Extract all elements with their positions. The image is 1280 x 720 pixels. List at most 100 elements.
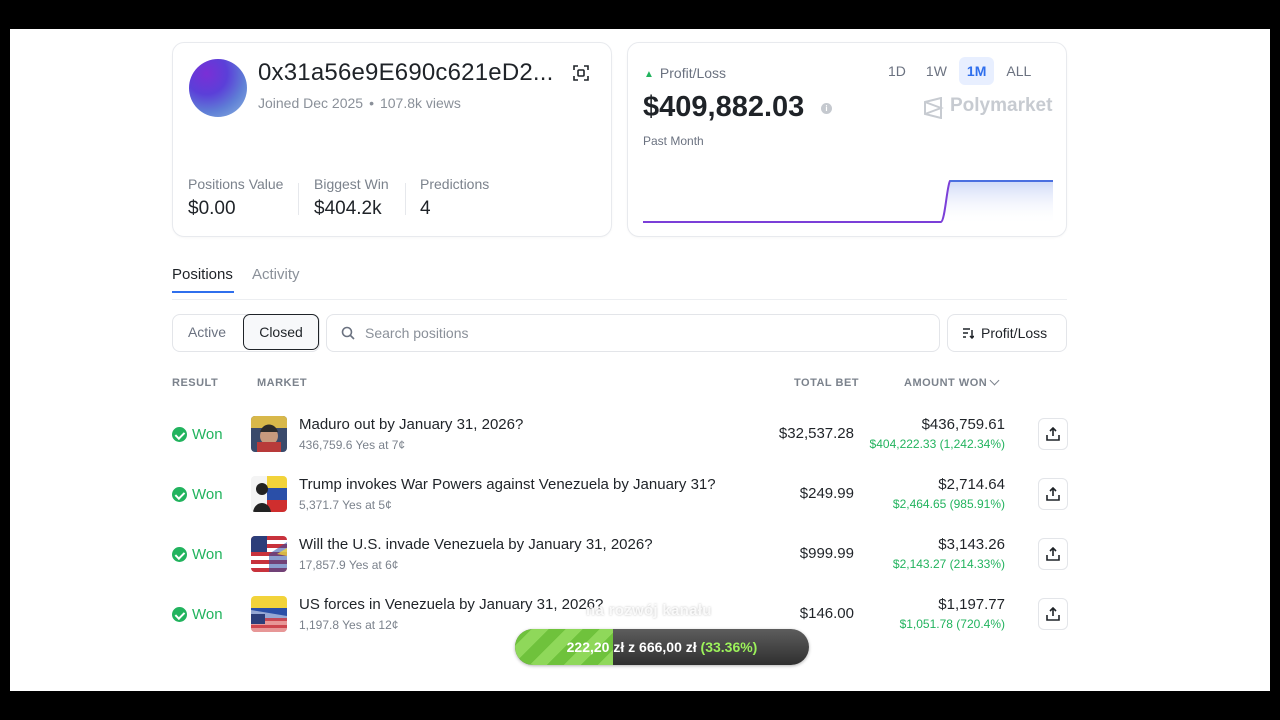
- scan-icon[interactable]: [573, 65, 589, 81]
- stat-value: $404.2k: [314, 198, 382, 219]
- screen: 0x31a56e9E690c621eD2... Joined Dec 2025 •…: [10, 29, 1270, 691]
- tab-bar: Positions Activity: [172, 266, 1067, 300]
- result-status: Won: [192, 606, 223, 623]
- share-icon: [1046, 607, 1060, 621]
- market-thumbnail[interactable]: [251, 416, 287, 452]
- closed-filter-button[interactable]: Closed: [243, 314, 319, 350]
- stat-positions-value: Positions Value $0.00: [188, 176, 283, 220]
- tab-positions[interactable]: Positions: [172, 266, 234, 293]
- column-header-amount-won-label: AMOUNT WON: [904, 377, 988, 389]
- column-header-market: MARKET: [257, 377, 308, 389]
- table-row[interactable]: Won Trump invokes War Powers against Ven…: [172, 467, 1068, 527]
- profit-gain: $404,222.33 (1,242.34%): [869, 437, 1005, 451]
- search-box: [326, 314, 940, 352]
- pnl-area: [943, 181, 1053, 225]
- period-1w[interactable]: 1W: [918, 57, 955, 85]
- profit-loss-card: ▲ Profit/Loss 1D 1W 1M ALL $409,882.03 i …: [627, 42, 1067, 237]
- total-bet: $249.99: [799, 485, 854, 502]
- polymarket-logo-icon: [924, 97, 944, 119]
- pnl-label-text: Profit/Loss: [659, 65, 727, 81]
- stat-predictions: Predictions 4: [420, 176, 489, 220]
- share-icon: [1046, 487, 1060, 501]
- market-shares: 1,197.8 Yes at 12¢: [299, 618, 399, 632]
- total-bet: $999.99: [799, 545, 854, 562]
- info-icon[interactable]: i: [821, 103, 832, 114]
- profile-card: 0x31a56e9E690c621eD2... Joined Dec 2025 •…: [172, 42, 612, 237]
- period-1m[interactable]: 1M: [958, 57, 995, 85]
- check-circle-icon: [172, 487, 187, 502]
- market-title[interactable]: Trump invokes War Powers against Venezue…: [299, 476, 716, 493]
- sort-label: Profit/Loss: [981, 325, 1048, 341]
- share-icon: [1046, 547, 1060, 561]
- status-toggle: Active Closed: [172, 314, 320, 352]
- share-button[interactable]: [1038, 418, 1068, 450]
- sort-icon: [963, 328, 974, 339]
- column-header-amount-won[interactable]: AMOUNT WON: [904, 375, 1000, 389]
- market-shares: 17,857.9 Yes at 6¢: [299, 558, 399, 572]
- total-bet: $146.00: [799, 605, 854, 622]
- sort-button[interactable]: Profit/Loss: [947, 314, 1067, 352]
- progress-amount: 222,20 zł: [566, 639, 625, 655]
- profit-gain: $2,464.65 (985.91%): [892, 497, 1005, 511]
- avatar[interactable]: [189, 59, 247, 117]
- column-header-result: RESULT: [172, 377, 219, 389]
- result-status: Won: [192, 546, 223, 563]
- market-thumbnail[interactable]: [251, 536, 287, 572]
- profile-meta: Joined Dec 2025 • 107.8k views: [258, 95, 461, 111]
- chevron-down-icon: [989, 375, 1000, 386]
- result-status: Won: [192, 426, 223, 443]
- amount-won: $436,759.61: [921, 416, 1005, 433]
- market-shares: 5,371.7 Yes at 5¢: [299, 498, 392, 512]
- separator-dot: •: [369, 95, 374, 111]
- market-thumbnail[interactable]: [251, 476, 287, 512]
- market-shares: 436,759.6 Yes at 7¢: [299, 438, 406, 452]
- stat-divider: [298, 183, 299, 215]
- check-circle-icon: [172, 427, 187, 442]
- share-icon: [1046, 427, 1060, 441]
- table-row[interactable]: Won Maduro out by January 31, 2026? 436,…: [172, 407, 1068, 467]
- check-circle-icon: [172, 547, 187, 562]
- period-all[interactable]: ALL: [998, 57, 1039, 85]
- stat-divider: [405, 183, 406, 215]
- profit-gain: $1,051.78 (720.4%): [899, 617, 1005, 631]
- pnl-chart: [643, 180, 1053, 225]
- active-filter-button[interactable]: Active: [173, 315, 241, 349]
- market-thumbnail[interactable]: [251, 596, 287, 632]
- share-button[interactable]: [1038, 598, 1068, 630]
- stat-value: 4: [420, 198, 431, 219]
- share-button[interactable]: [1038, 478, 1068, 510]
- search-icon: [341, 326, 355, 340]
- progress-percent: (33.36%): [700, 639, 758, 655]
- overlay-caption: na rozwój kanału: [586, 602, 712, 619]
- wallet-address: 0x31a56e9E690c621eD2...: [258, 59, 554, 86]
- stat-label: Predictions: [420, 176, 490, 192]
- result-status: Won: [192, 486, 223, 503]
- tab-activity[interactable]: Activity: [252, 266, 300, 291]
- period-1d[interactable]: 1D: [880, 57, 914, 85]
- pnl-period-label: Past Month: [643, 134, 704, 148]
- stat-label: Positions Value: [188, 176, 284, 192]
- total-bet: $32,537.28: [778, 425, 854, 442]
- progress-goal: 666,00 zł: [639, 639, 697, 655]
- joined-date: Joined Dec 2025: [258, 95, 364, 111]
- amount-won: $2,714.64: [938, 476, 1005, 493]
- check-circle-icon: [172, 607, 187, 622]
- amount-won: $1,197.77: [938, 596, 1005, 613]
- stat-biggest-win: Biggest Win $404.2k: [314, 176, 389, 220]
- period-selector: 1D 1W 1M ALL: [880, 57, 1039, 85]
- market-title[interactable]: US forces in Venezuela by January 31, 20…: [299, 596, 603, 613]
- brand-name: Polymarket: [950, 95, 1053, 116]
- search-input[interactable]: [363, 315, 927, 351]
- amount-won: $3,143.26: [938, 536, 1005, 553]
- column-header-total-bet[interactable]: TOTAL BET: [794, 377, 859, 389]
- profit-gain: $2,143.27 (214.33%): [892, 557, 1005, 571]
- stat-label: Biggest Win: [314, 176, 389, 192]
- market-title[interactable]: Maduro out by January 31, 2026?: [299, 416, 523, 433]
- market-title[interactable]: Will the U.S. invade Venezuela by Januar…: [299, 536, 653, 553]
- share-button[interactable]: [1038, 538, 1068, 570]
- pnl-value: $409,882.03: [643, 91, 805, 123]
- donation-progress-bar: 222,20 zł z 666,00 zł (33.36%): [515, 629, 809, 665]
- pnl-label: ▲ Profit/Loss: [644, 65, 726, 81]
- view-count: 107.8k views: [379, 95, 461, 111]
- table-row[interactable]: Won Will the U.S. invade Venezuela by Ja…: [172, 527, 1068, 587]
